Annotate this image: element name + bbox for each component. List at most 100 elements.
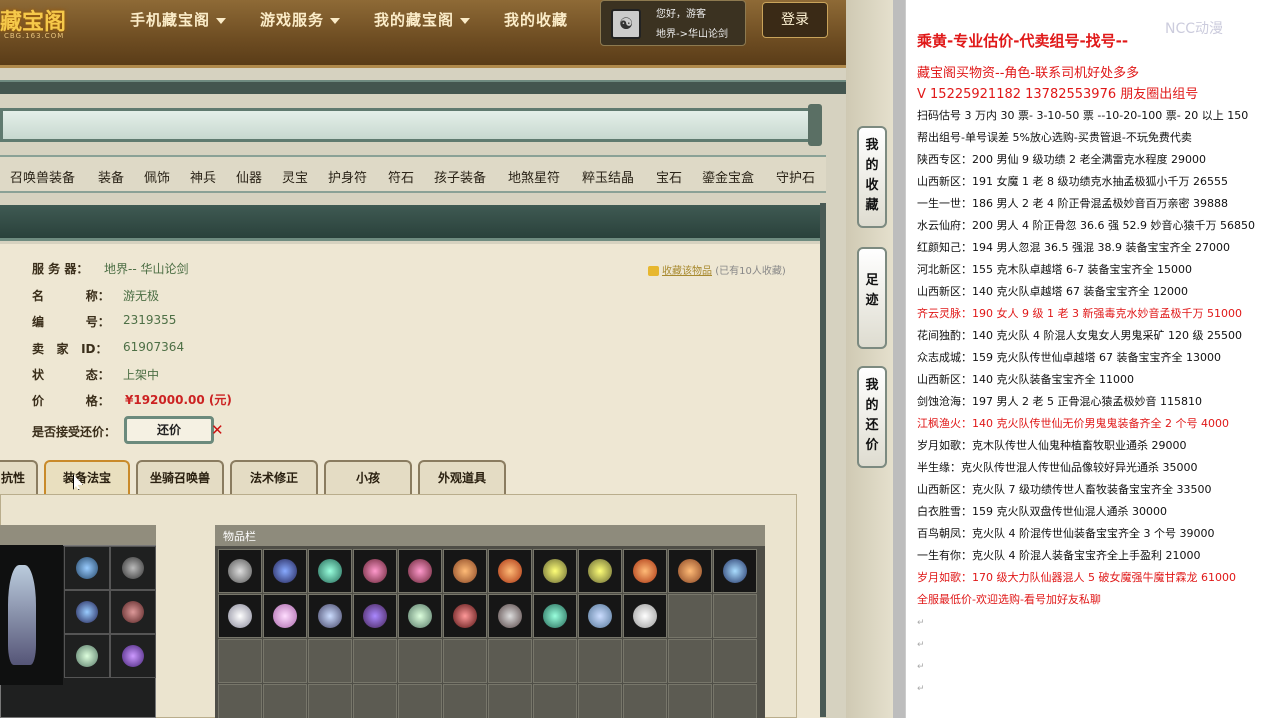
- category-gilded-box[interactable]: 鎏金宝盒: [702, 167, 754, 186]
- inventory-slot[interactable]: [218, 639, 262, 683]
- category-divine-weapon[interactable]: 神兵: [190, 167, 216, 186]
- equip-slot[interactable]: [110, 590, 156, 634]
- inventory-slot[interactable]: [668, 594, 712, 638]
- category-summon-equip[interactable]: 召唤兽装备: [10, 167, 75, 186]
- tab-resistance[interactable]: 抗性: [0, 460, 38, 494]
- tab-mount-summon[interactable]: 坐骑召唤兽: [136, 460, 224, 494]
- inventory-slot[interactable]: [668, 639, 712, 683]
- inventory-slot[interactable]: [398, 594, 442, 638]
- character-figure: [0, 545, 63, 685]
- inventory-slot[interactable]: [308, 684, 352, 718]
- category-child-equip[interactable]: 孩子装备: [434, 167, 486, 186]
- notes-line: 全服最低价-欢迎选购-看号加好友私聊: [917, 593, 1101, 606]
- notes-line: 岁月如歌：170 级大力队仙器混人 5 破女魔强牛魔甘霖龙 61000: [917, 571, 1236, 584]
- inventory-slot[interactable]: [713, 684, 757, 718]
- favorite-link-text[interactable]: 收藏该物品: [662, 266, 712, 277]
- inventory-slot[interactable]: [308, 549, 352, 593]
- inventory-slot[interactable]: [218, 684, 262, 718]
- inventory-slot[interactable]: [443, 684, 487, 718]
- inventory-slot[interactable]: [623, 684, 667, 718]
- inventory-slot[interactable]: [398, 684, 442, 718]
- inventory-slot[interactable]: [623, 549, 667, 593]
- category-rune-stone[interactable]: 符石: [388, 167, 414, 186]
- notes-line: 一生一世：186 男人 2 老 4 阶正骨混孟极妙音百万亲密 39888: [917, 197, 1228, 210]
- inventory-slot[interactable]: [308, 594, 352, 638]
- inventory-slot[interactable]: [263, 684, 307, 718]
- inventory-slot[interactable]: [533, 549, 577, 593]
- category-star-rune[interactable]: 地煞星符: [508, 167, 560, 186]
- inventory-slot[interactable]: [533, 594, 577, 638]
- detail-header-bar: [0, 205, 826, 241]
- category-gem[interactable]: 宝石: [656, 167, 682, 186]
- category-equipment[interactable]: 装备: [98, 167, 124, 186]
- item-icon: [453, 604, 477, 628]
- inventory-slot[interactable]: [623, 639, 667, 683]
- inventory-slot[interactable]: [398, 549, 442, 593]
- equip-slot[interactable]: [64, 590, 110, 634]
- inventory-slot[interactable]: [488, 549, 532, 593]
- inventory-slot[interactable]: [353, 549, 397, 593]
- favorite-link[interactable]: 收藏该物品 (已有10人收藏): [648, 262, 786, 277]
- equip-slot[interactable]: [110, 546, 156, 590]
- side-tab-history[interactable]: 足迹: [857, 247, 887, 349]
- tab-appearance[interactable]: 外观道具: [418, 460, 506, 494]
- inventory-slot[interactable]: [353, 684, 397, 718]
- login-button[interactable]: 登录: [762, 2, 828, 38]
- category-amulet[interactable]: 护身符: [328, 167, 367, 186]
- equip-slot[interactable]: [110, 634, 156, 678]
- nav-my-favorites[interactable]: 我的收藏: [504, 9, 568, 30]
- category-immortal-artifact[interactable]: 仙器: [236, 167, 262, 186]
- category-jade-crystal[interactable]: 粹玉结晶: [582, 167, 634, 186]
- inventory-slot[interactable]: [578, 549, 622, 593]
- counter-offer-button[interactable]: 还价: [124, 416, 214, 444]
- nav-game-services[interactable]: 游戏服务: [260, 9, 341, 30]
- inventory-slot[interactable]: [218, 594, 262, 638]
- inventory-slot[interactable]: [443, 549, 487, 593]
- tab-child[interactable]: 小孩: [324, 460, 412, 494]
- notes-line: 江枫渔火：140 克火队传世仙无价男鬼鬼装备齐全 2 个号 4000: [917, 417, 1229, 430]
- window-divider[interactable]: [893, 0, 905, 718]
- equip-slot[interactable]: [64, 634, 110, 678]
- inventory-slot[interactable]: [443, 639, 487, 683]
- inventory-slot[interactable]: [263, 549, 307, 593]
- weapon-icon: [122, 557, 144, 579]
- paragraph-mark-icon: ↵: [917, 662, 925, 672]
- category-accessory[interactable]: 佩饰: [144, 167, 170, 186]
- inventory-slot[interactable]: [263, 594, 307, 638]
- tab-spell-correction[interactable]: 法术修正: [230, 460, 318, 494]
- inventory-slot[interactable]: [308, 639, 352, 683]
- category-spirit-treasure[interactable]: 灵宝: [282, 167, 308, 186]
- nav-label: 手机藏宝阁: [130, 11, 211, 29]
- search-bar-frame[interactable]: [0, 108, 818, 142]
- notes-line: 陕西专区：200 男仙 9 级功绩 2 老全满雷克水程度 29000: [917, 153, 1206, 166]
- nav-mobile-cbg[interactable]: 手机藏宝阁: [130, 9, 227, 30]
- inventory-slot[interactable]: [713, 594, 757, 638]
- inventory-slot[interactable]: [713, 549, 757, 593]
- side-tab-my-counter-offers[interactable]: 我的还价: [857, 366, 887, 468]
- inventory-slot[interactable]: [488, 684, 532, 718]
- inventory-slot[interactable]: [353, 639, 397, 683]
- inventory-slot[interactable]: [488, 639, 532, 683]
- inventory-slot[interactable]: [353, 594, 397, 638]
- nav-my-cbg[interactable]: 我的藏宝阁: [374, 9, 471, 30]
- inventory-slot[interactable]: [263, 639, 307, 683]
- inventory-slot[interactable]: [578, 639, 622, 683]
- inventory-slot[interactable]: [533, 639, 577, 683]
- inventory-slot[interactable]: [713, 639, 757, 683]
- inventory-slot[interactable]: [623, 594, 667, 638]
- equip-slot[interactable]: [64, 546, 110, 590]
- inventory-slot[interactable]: [578, 594, 622, 638]
- inventory-slot[interactable]: [533, 684, 577, 718]
- category-guardian-stone[interactable]: 守护石: [776, 167, 815, 186]
- inventory-slot[interactable]: [668, 684, 712, 718]
- tab-equipment-treasure[interactable]: 装备法宝: [44, 460, 130, 494]
- inventory-slot[interactable]: [443, 594, 487, 638]
- greeting-text: 您好，游客: [656, 9, 706, 20]
- inventory-slot[interactable]: [398, 639, 442, 683]
- inventory-slot[interactable]: [668, 549, 712, 593]
- inventory-slot[interactable]: [218, 549, 262, 593]
- inventory-slot[interactable]: [578, 684, 622, 718]
- inventory-slot[interactable]: [488, 594, 532, 638]
- server-indicator[interactable]: 地界->华山论剑: [656, 25, 728, 40]
- side-tab-favorites[interactable]: 我的收藏: [857, 126, 887, 228]
